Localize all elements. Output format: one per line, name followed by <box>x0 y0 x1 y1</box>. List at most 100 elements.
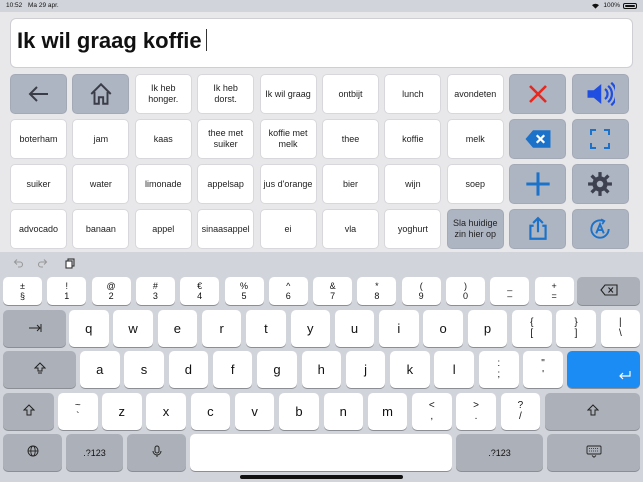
key-u[interactable]: u <box>334 310 375 347</box>
tile-jus-dorange[interactable]: jus d'orange <box>259 164 317 204</box>
tile-ik-heb-honger[interactable]: Ik heb honger. <box>134 74 192 114</box>
key-\[interactable]: | \ <box>600 310 641 347</box>
tile-ontbijt[interactable]: ontbijt <box>321 74 379 114</box>
key-o[interactable]: o <box>423 310 463 347</box>
tile-save-sentence[interactable]: Sla huidige zin hier op <box>446 209 504 249</box>
key-v[interactable]: v <box>234 393 275 430</box>
key-l[interactable]: l <box>434 351 474 388</box>
tile-fullscreen[interactable] <box>571 119 629 159</box>
key-'[interactable]: " ' <box>523 351 563 388</box>
tile-appel[interactable]: appel <box>134 209 192 249</box>
tile-koffie-met-melk[interactable]: koffie met melk <box>259 119 317 159</box>
tile-soep[interactable]: soep <box>446 164 504 204</box>
shift-right-key[interactable] <box>545 393 640 430</box>
key-k[interactable]: k <box>390 351 430 388</box>
tile-lunch[interactable]: lunch <box>384 74 442 114</box>
tile-advocado[interactable]: advocado <box>10 209 67 249</box>
key-<[interactable]: <, <box>412 393 452 430</box>
dictation-key[interactable] <box>127 434 186 471</box>
tile-speak[interactable] <box>571 74 629 114</box>
key-3[interactable]: #3 <box>135 277 175 305</box>
key-d[interactable]: d <box>168 351 209 388</box>
key-r[interactable]: r <box>201 310 242 347</box>
key-f[interactable]: f <box>212 351 253 388</box>
key-6[interactable]: ^ 6 <box>268 277 308 305</box>
key-m[interactable]: m <box>367 393 408 430</box>
key-b[interactable]: b <box>279 393 319 430</box>
tile-share[interactable] <box>509 209 567 249</box>
key-j[interactable]: j <box>345 351 386 388</box>
tile-ik-heb-dorst[interactable]: Ik heb dorst. <box>197 74 255 114</box>
key-8[interactable]: * 8 <box>357 277 397 305</box>
tile-settings[interactable] <box>571 164 629 204</box>
tile-ei[interactable]: ei <box>259 209 317 249</box>
key-w[interactable]: w <box>113 310 153 347</box>
tile-thee-met-suiker[interactable]: thee met suiker <box>197 119 255 159</box>
tile-thee[interactable]: thee <box>321 119 379 159</box>
space-key[interactable] <box>190 434 452 471</box>
return-key[interactable] <box>567 351 640 388</box>
numbers-left-key[interactable]: .?123 <box>66 434 123 471</box>
key->[interactable]: >. <box>456 393 496 430</box>
caps-lock-key[interactable] <box>3 351 76 388</box>
tile-ik-wil-graag[interactable]: Ik wil graag <box>259 74 317 114</box>
key-q[interactable]: q <box>69 310 109 347</box>
tile-avondeten[interactable]: avondeten <box>446 74 504 114</box>
key-][interactable]: }] <box>556 310 596 347</box>
key-a[interactable]: a <box>80 351 120 388</box>
message-input[interactable]: Ik wil graag koffie <box>10 18 633 68</box>
key-0[interactable]: ) 0 <box>446 277 485 305</box>
tile-kaas[interactable]: kaas <box>134 119 192 159</box>
key-[[interactable]: {[ <box>512 310 552 347</box>
tile-melk[interactable]: melk <box>446 119 504 159</box>
tile-banaan[interactable]: banaan <box>72 209 130 249</box>
tile-wijn[interactable]: wijn <box>384 164 442 204</box>
key-4[interactable]: €4 <box>180 277 220 305</box>
tile-bier[interactable]: bier <box>321 164 379 204</box>
tile-clear[interactable] <box>509 74 567 114</box>
numbers-right-key[interactable]: .?123 <box>456 434 543 471</box>
tile-backspace[interactable] <box>509 119 567 159</box>
tile-back[interactable] <box>10 74 67 114</box>
key-;[interactable]: :; <box>479 351 519 388</box>
tile-suiker[interactable]: suiker <box>10 164 67 204</box>
key-n[interactable]: n <box>323 393 363 430</box>
delete-key[interactable] <box>577 277 640 305</box>
key-7[interactable]: & 7 <box>313 277 353 305</box>
key-e[interactable]: e <box>157 310 198 347</box>
key-t[interactable]: t <box>246 310 286 347</box>
key-h[interactable]: h <box>301 351 341 388</box>
key-§[interactable]: ± § <box>3 277 42 305</box>
key-x[interactable]: x <box>146 393 186 430</box>
key-s[interactable]: s <box>124 351 164 388</box>
tile-koffie[interactable]: koffie <box>384 119 442 159</box>
key-p[interactable]: p <box>467 310 508 347</box>
tile-jam[interactable]: jam <box>72 119 130 159</box>
paste-icon[interactable] <box>64 257 76 269</box>
tile-vla[interactable]: vla <box>321 209 379 249</box>
tile-sinaasappel[interactable]: sinaasappel <box>197 209 255 249</box>
tile-boterham[interactable]: boterham <box>10 119 67 159</box>
key-–[interactable]: _ – <box>490 277 530 305</box>
undo-icon[interactable] <box>12 257 24 269</box>
dismiss-keyboard-key[interactable] <box>547 434 640 471</box>
globe-key[interactable] <box>3 434 62 471</box>
key-=[interactable]: + = <box>534 277 574 305</box>
key-y[interactable]: y <box>290 310 330 347</box>
key-c[interactable]: c <box>190 393 231 430</box>
key-g[interactable]: g <box>257 351 297 388</box>
redo-icon[interactable] <box>37 257 49 269</box>
key-z[interactable]: z <box>102 393 142 430</box>
key-9[interactable]: (9 <box>401 277 441 305</box>
tile-add[interactable] <box>509 164 567 204</box>
key-?[interactable]: ? / <box>500 393 541 430</box>
tile-limonade[interactable]: limonade <box>134 164 192 204</box>
tile-yoghurt[interactable]: yoghurt <box>384 209 442 249</box>
shift-left-key[interactable] <box>3 393 54 430</box>
key-2[interactable]: @2 <box>91 277 131 305</box>
tile-appelsap[interactable]: appelsap <box>197 164 255 204</box>
key-5[interactable]: % 5 <box>224 277 264 305</box>
key-i[interactable]: i <box>379 310 419 347</box>
key-1[interactable]: ! 1 <box>47 277 87 305</box>
tile-water[interactable]: water <box>72 164 130 204</box>
